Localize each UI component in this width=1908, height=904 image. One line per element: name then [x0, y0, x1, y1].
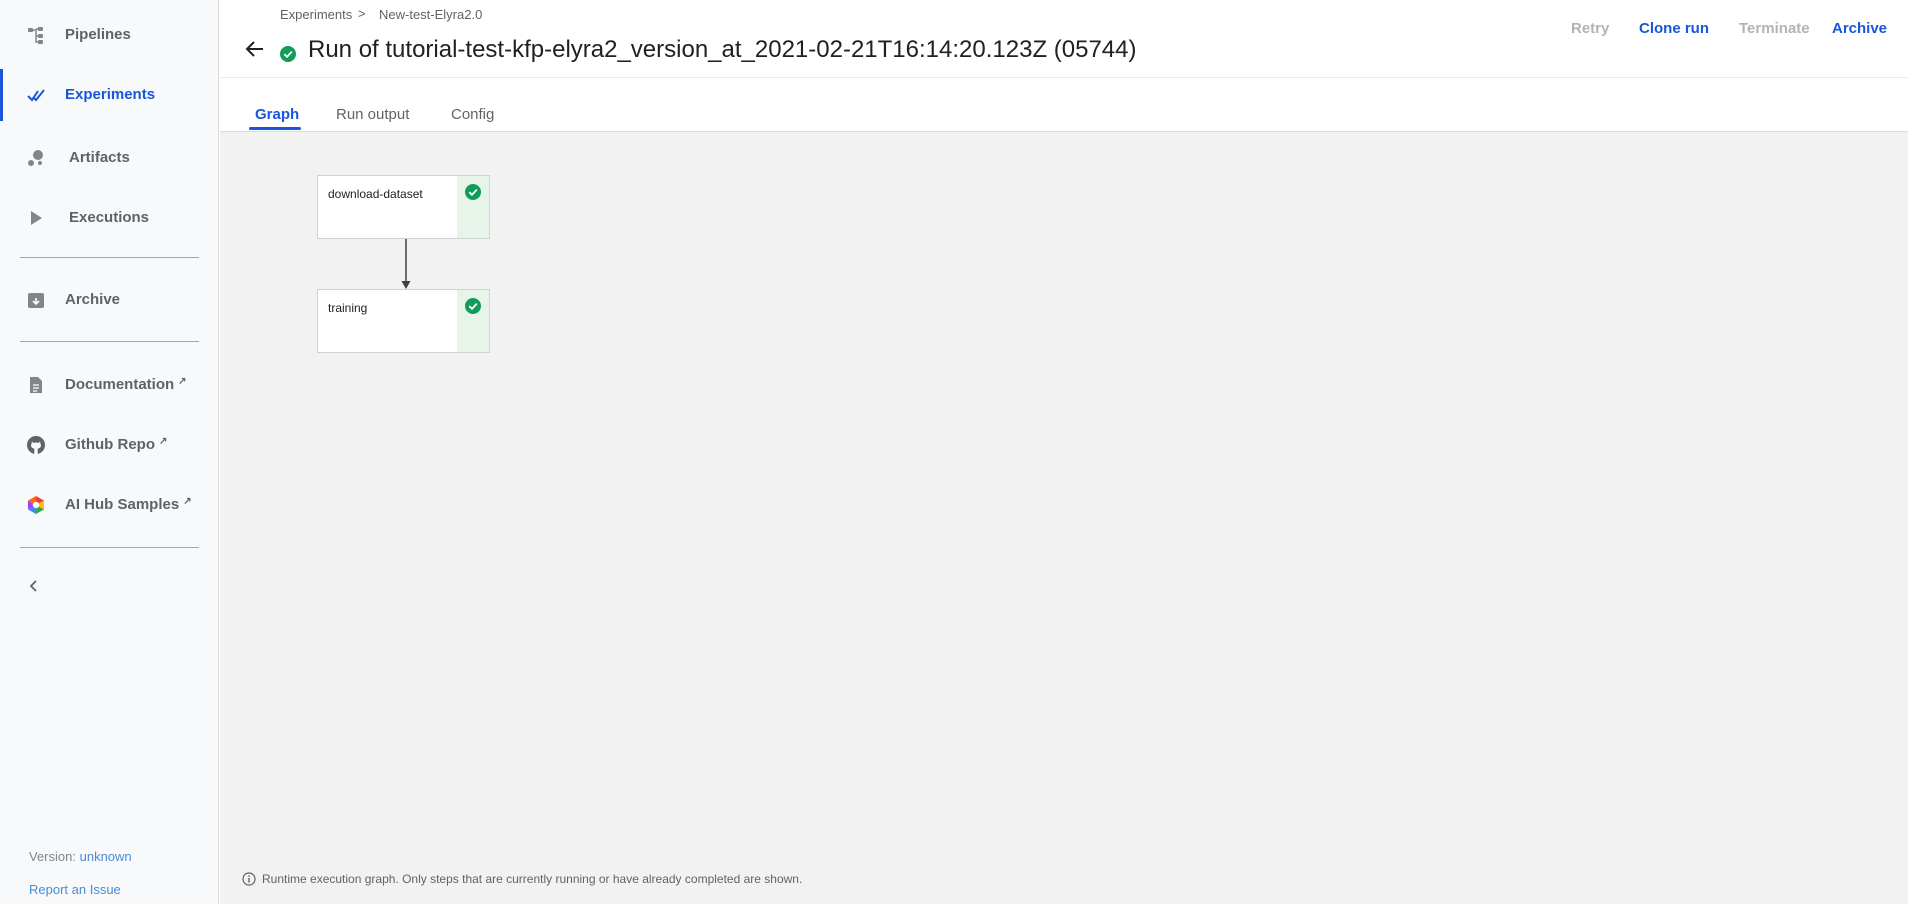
- graph-edge-arrow: [401, 239, 411, 289]
- graph-node-download-dataset[interactable]: download-dataset: [317, 175, 490, 239]
- sidebar-item-label: Artifacts: [69, 149, 130, 166]
- graph-node-label: download-dataset: [328, 187, 423, 201]
- experiments-icon: [27, 89, 45, 102]
- sidebar-item-label: Github Repo: [65, 436, 155, 453]
- sidebar-item-documentation[interactable]: Documentation ↗: [0, 367, 219, 403]
- pipelines-icon: [28, 27, 43, 44]
- node-status-panel: [457, 290, 489, 352]
- sidebar-item-experiments[interactable]: Experiments: [0, 69, 219, 121]
- sidebar-item-label: Archive: [65, 291, 121, 308]
- page-header: Experiments > New-test-Elyra2.0 Run of t…: [220, 0, 1908, 78]
- collapse-sidebar-icon[interactable]: [24, 576, 44, 596]
- sidebar-item-label-wrap: AI Hub Samples ↗: [65, 496, 192, 513]
- sidebar-item-archive[interactable]: Archive: [0, 282, 219, 318]
- version-info: Version: unknown: [29, 849, 132, 864]
- sidebar-item-artifacts[interactable]: Artifacts: [0, 140, 219, 176]
- graph-footnote-text: Runtime execution graph. Only steps that…: [262, 872, 803, 886]
- breadcrumb-experiments[interactable]: Experiments: [280, 7, 352, 22]
- version-value[interactable]: unknown: [80, 849, 132, 864]
- graph-footnote: Runtime execution graph. Only steps that…: [242, 872, 802, 886]
- archive-icon: [28, 293, 44, 308]
- success-status-icon: [280, 46, 296, 62]
- documentation-icon: [30, 377, 42, 393]
- graph-node-label: training: [328, 301, 368, 315]
- sidebar-item-label: Experiments: [65, 86, 156, 103]
- sidebar-item-pipelines[interactable]: Pipelines: [0, 17, 219, 53]
- success-check-icon: [465, 184, 481, 200]
- executions-icon: [31, 211, 42, 225]
- terminate-button[interactable]: Terminate: [1739, 20, 1810, 37]
- report-issue-link[interactable]: Report an Issue: [29, 882, 121, 897]
- clone-run-button[interactable]: Clone run: [1639, 20, 1709, 37]
- sidebar-item-executions[interactable]: Executions: [0, 200, 219, 236]
- node-status-panel: [457, 176, 489, 238]
- sidebar: Pipelines Experiments Artifacts Executio…: [0, 0, 219, 904]
- ai-hub-icon: [28, 496, 44, 514]
- tab-run-output[interactable]: Run output: [336, 106, 409, 123]
- tab-graph[interactable]: Graph: [255, 106, 299, 123]
- sidebar-item-label: Documentation: [65, 376, 175, 393]
- sidebar-divider: [20, 257, 199, 258]
- sidebar-item-label: Pipelines: [65, 26, 131, 43]
- graph-canvas: download-dataset training Runtime execut…: [220, 132, 1908, 904]
- breadcrumb-separator: >: [358, 6, 366, 21]
- graph-node-training[interactable]: training: [317, 289, 490, 353]
- sidebar-item-label: AI Hub Samples: [65, 496, 180, 513]
- github-icon: [27, 436, 45, 454]
- tab-bar: Graph Run output Config: [220, 78, 1908, 132]
- sidebar-divider: [20, 341, 199, 342]
- external-link-icon: ↗: [178, 376, 187, 387]
- page-title: Run of tutorial-test-kfp-elyra2_version_…: [308, 36, 1137, 63]
- retry-button[interactable]: Retry: [1571, 20, 1609, 37]
- active-tab-indicator: [249, 127, 301, 130]
- archive-button[interactable]: Archive: [1832, 20, 1887, 37]
- version-label: Version:: [29, 849, 76, 864]
- success-check-icon: [465, 298, 481, 314]
- info-icon: [242, 872, 256, 886]
- external-link-icon: ↗: [159, 436, 168, 447]
- tab-config[interactable]: Config: [451, 106, 494, 123]
- sidebar-item-label: Executions: [69, 209, 150, 226]
- sidebar-item-ai-hub-samples[interactable]: AI Hub Samples ↗: [0, 487, 219, 523]
- sidebar-item-github-repo[interactable]: Github Repo ↗: [0, 427, 219, 463]
- breadcrumb-experiment-name[interactable]: New-test-Elyra2.0: [379, 7, 482, 22]
- artifacts-icon: [28, 150, 43, 166]
- sidebar-divider: [20, 547, 199, 548]
- back-arrow-icon[interactable]: [244, 38, 266, 60]
- sidebar-item-label-wrap: Github Repo ↗: [65, 436, 167, 453]
- sidebar-item-label-wrap: Documentation ↗: [65, 376, 187, 393]
- external-link-icon: ↗: [183, 496, 192, 507]
